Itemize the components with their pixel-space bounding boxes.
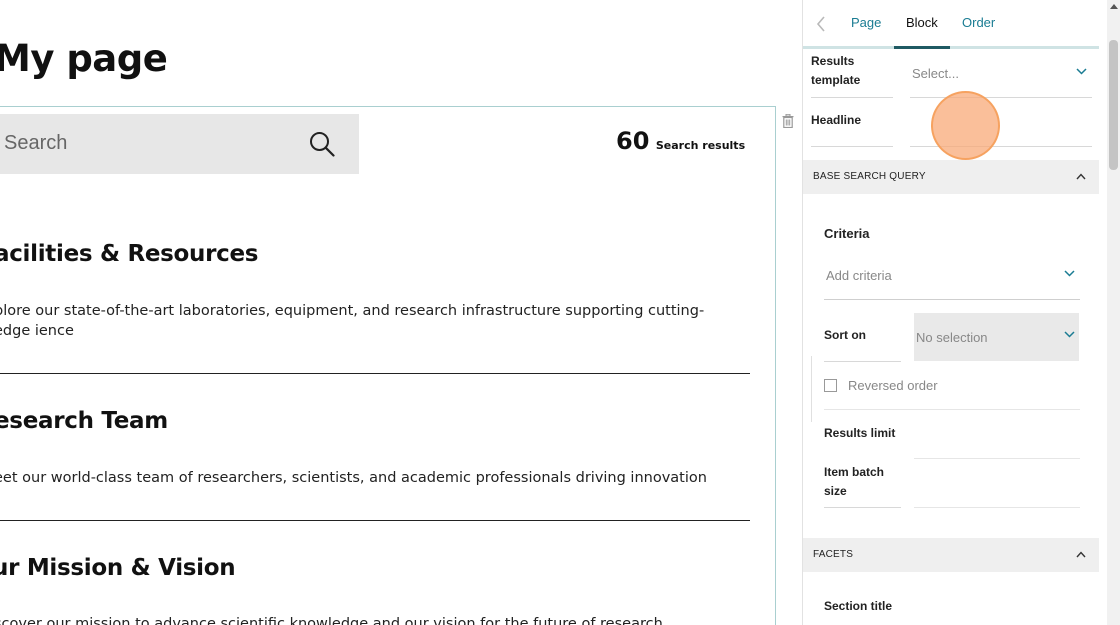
section-title: BASE SEARCH QUERY (813, 171, 926, 182)
add-criteria-select[interactable]: Add criteria (826, 268, 892, 283)
item-batch-size-input[interactable] (914, 507, 1080, 508)
result-description: plore our state-of-the-art laboratories,… (0, 303, 705, 339)
results-count: 60 Search results (616, 127, 745, 155)
page-canvas: My page Search 60 Search results aciliti… (0, 0, 800, 625)
section-title-label: Section title (824, 599, 893, 613)
tab-order[interactable]: Order (962, 15, 995, 30)
facets-header[interactable]: FACETS (803, 538, 1099, 572)
scroll-up-arrow-icon[interactable] (1110, 4, 1118, 9)
results-limit-input[interactable] (914, 458, 1080, 459)
chevron-up-icon[interactable] (1076, 173, 1086, 180)
results-limit-label: Results limit (824, 426, 896, 440)
result-title[interactable]: ur Mission & Vision (0, 555, 236, 581)
scrollbar-thumb[interactable] (1109, 40, 1118, 170)
active-tab-indicator (894, 46, 950, 49)
cursor-highlight (931, 91, 1000, 160)
results-template-select[interactable]: Select... (912, 66, 959, 81)
label-underline (824, 507, 901, 508)
search-placeholder: Search (4, 132, 68, 154)
chevron-down-icon[interactable] (1064, 270, 1075, 277)
criteria-underline (824, 299, 1080, 300)
chevron-up-icon[interactable] (1076, 551, 1086, 558)
result-divider (0, 373, 750, 374)
section-title: FACETS (813, 549, 854, 560)
criteria-heading: Criteria (824, 226, 870, 241)
chevron-left-icon[interactable] (816, 16, 826, 32)
result-title[interactable]: acilities & Resources (0, 241, 258, 267)
result-title[interactable]: esearch Team (0, 408, 168, 434)
label-underline (811, 97, 893, 98)
result-divider (0, 520, 750, 521)
result-description: eet our world-class team of researchers,… (0, 470, 707, 486)
results-template-underline (910, 97, 1092, 98)
sort-on-value: No selection (916, 330, 988, 345)
tab-block[interactable]: Block (906, 15, 938, 30)
search-block-frame[interactable] (0, 106, 776, 625)
result-description: scover our mission to advance scientific… (0, 616, 663, 625)
item-batch-size-label: Item batch size (824, 465, 885, 498)
row-underline (824, 409, 1080, 410)
results-count-label: Search results (655, 139, 746, 152)
label-underline (824, 361, 901, 362)
results-template-label: Results template (811, 54, 861, 87)
reversed-order-label: Reversed order (848, 378, 938, 393)
label-underline (811, 146, 893, 147)
headline-label: Headline (811, 113, 862, 127)
trash-icon[interactable] (782, 114, 794, 128)
nested-rule (811, 356, 812, 422)
tabs-underline (803, 46, 1099, 49)
sort-on-label: Sort on (824, 328, 866, 342)
chevron-down-icon[interactable] (1076, 68, 1087, 75)
chevron-down-icon[interactable] (1064, 331, 1075, 338)
results-count-number: 60 (616, 127, 650, 155)
tab-page[interactable]: Page (851, 15, 881, 30)
page-title: My page (0, 37, 168, 80)
panel-tabs: Page Block Order (803, 0, 1099, 46)
search-icon[interactable] (309, 131, 335, 157)
base-search-query-header[interactable]: BASE SEARCH QUERY (803, 160, 1099, 194)
reversed-order-checkbox[interactable] (824, 379, 837, 392)
